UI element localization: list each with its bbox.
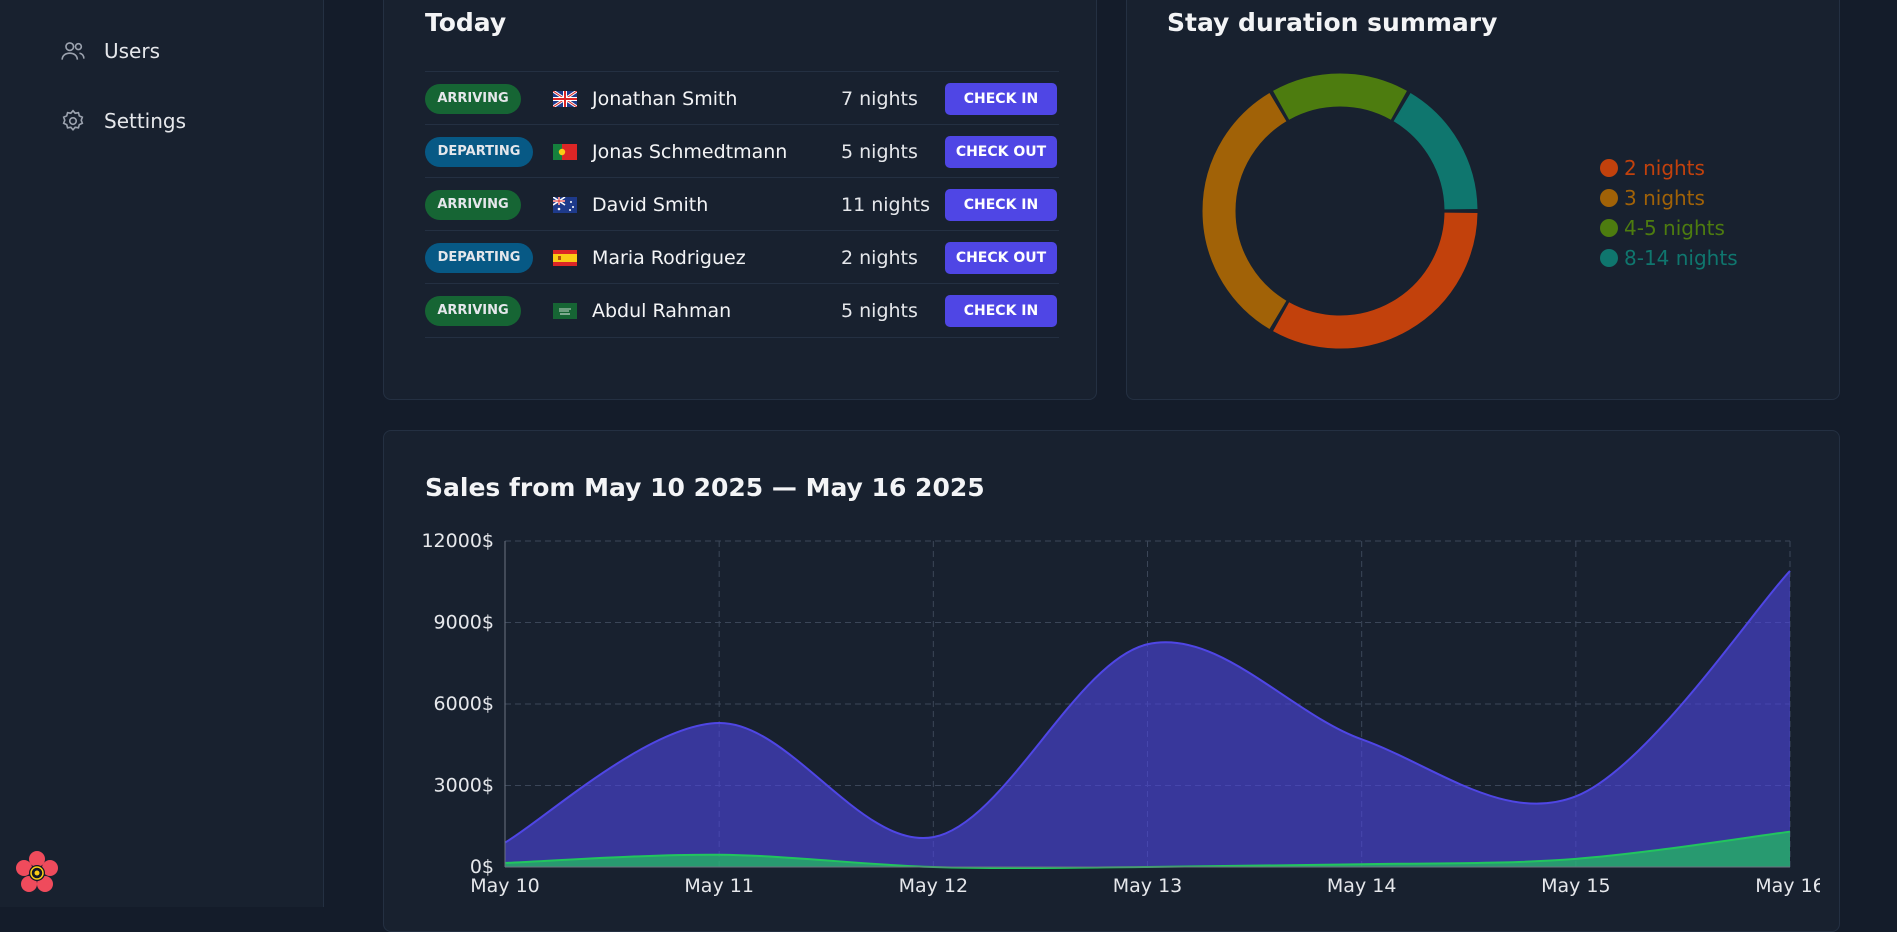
- x-tick-label: May 11: [684, 875, 754, 897]
- sales-title: Sales from May 10 2025 — May 16 2025: [425, 473, 985, 502]
- donut-slice: [1273, 212, 1478, 349]
- stay-nights: 11 nights: [841, 193, 930, 216]
- app-logo-icon: [16, 851, 58, 892]
- legend-swatch: [1600, 219, 1618, 237]
- y-tick-label: 3000$: [434, 775, 494, 797]
- chart-legend: 2 nights 3 nights 4-5 nights 8-14 nights: [1600, 153, 1738, 273]
- guest-name: Abdul Rahman: [592, 299, 732, 322]
- today-card: Today ARRIVING Jonathan Smith 7 nights C…: [383, 0, 1097, 400]
- status-badge: ARRIVING: [425, 189, 521, 220]
- today-row: DEPARTING Jonas Schmedtmann 5 nights CHE…: [425, 124, 1059, 178]
- y-tick-label: 9000$: [434, 612, 494, 634]
- today-row: ARRIVING David Smith 11 nights CHECK IN: [425, 177, 1059, 231]
- australia-flag-icon: [553, 196, 577, 213]
- today-row: ARRIVING Jonathan Smith 7 nights CHECK I…: [425, 71, 1059, 125]
- x-tick-label: May 12: [899, 875, 969, 897]
- check-out-button[interactable]: CHECK OUT: [945, 135, 1057, 168]
- legend-item: 8-14 nights: [1600, 243, 1738, 273]
- uk-flag-icon: [553, 90, 577, 107]
- stay-nights: 5 nights: [841, 299, 918, 322]
- sidebar: Users Settings: [0, 0, 324, 907]
- y-tick-label: 6000$: [434, 693, 494, 715]
- portugal-flag-icon: [553, 143, 577, 160]
- donut-slice: [1393, 92, 1478, 210]
- stay-nights: 2 nights: [841, 246, 918, 269]
- today-row: DEPARTING Maria Rodriguez 2 nights CHECK…: [425, 230, 1059, 284]
- sidebar-item-label: Users: [104, 39, 161, 63]
- legend-item: 4-5 nights: [1600, 213, 1738, 243]
- y-tick-label: 12000$: [421, 530, 494, 552]
- status-badge: DEPARTING: [425, 242, 533, 273]
- legend-label: 3 nights: [1624, 186, 1705, 210]
- x-tick-label: May 10: [470, 875, 540, 897]
- guest-name: Maria Rodriguez: [592, 246, 746, 269]
- legend-item: 2 nights: [1600, 153, 1738, 183]
- gear-icon: [62, 109, 84, 132]
- status-badge: ARRIVING: [425, 295, 521, 326]
- users-icon: [61, 42, 85, 60]
- sidebar-item-label: Settings: [104, 109, 187, 133]
- sidebar-item-settings[interactable]: Settings: [60, 108, 186, 134]
- stay-nights: 5 nights: [841, 140, 918, 163]
- duration-title: Stay duration summary: [1167, 8, 1498, 37]
- legend-label: 8-14 nights: [1624, 246, 1738, 270]
- donut-slice: [1202, 92, 1287, 330]
- donut-slice: [1273, 73, 1407, 120]
- sales-area-chart: 0$3000$6000$9000$12000$May 10 May 11 May 1…: [421, 530, 1820, 897]
- spain-flag-icon: [553, 249, 577, 266]
- legend-swatch: [1600, 249, 1618, 267]
- guest-name: Jonathan Smith: [592, 87, 738, 110]
- today-title: Today: [425, 8, 507, 37]
- status-badge: DEPARTING: [425, 136, 533, 167]
- check-in-button[interactable]: CHECK IN: [945, 294, 1057, 327]
- x-tick-label: May 16: [1755, 875, 1820, 897]
- guest-name: David Smith: [592, 193, 709, 216]
- status-badge: ARRIVING: [425, 83, 521, 114]
- saudi-arabia-flag-icon: [553, 302, 577, 319]
- legend-label: 2 nights: [1624, 156, 1705, 180]
- x-tick-label: May 15: [1541, 875, 1611, 897]
- check-out-button[interactable]: CHECK OUT: [945, 241, 1057, 274]
- legend-label: 4-5 nights: [1624, 216, 1725, 240]
- donut-chart: [1202, 73, 1478, 349]
- x-tick-label: May 14: [1327, 875, 1397, 897]
- legend-swatch: [1600, 159, 1618, 177]
- today-row: ARRIVING Abdul Rahman 5 nights CHECK IN: [425, 283, 1059, 338]
- legend-item: 3 nights: [1600, 183, 1738, 213]
- x-tick-label: May 13: [1113, 875, 1183, 897]
- check-in-button[interactable]: CHECK IN: [945, 82, 1057, 115]
- guest-name: Jonas Schmedtmann: [592, 140, 788, 163]
- stay-nights: 7 nights: [841, 87, 918, 110]
- check-in-button[interactable]: CHECK IN: [945, 188, 1057, 221]
- sidebar-item-users[interactable]: Users: [60, 38, 160, 64]
- legend-swatch: [1600, 189, 1618, 207]
